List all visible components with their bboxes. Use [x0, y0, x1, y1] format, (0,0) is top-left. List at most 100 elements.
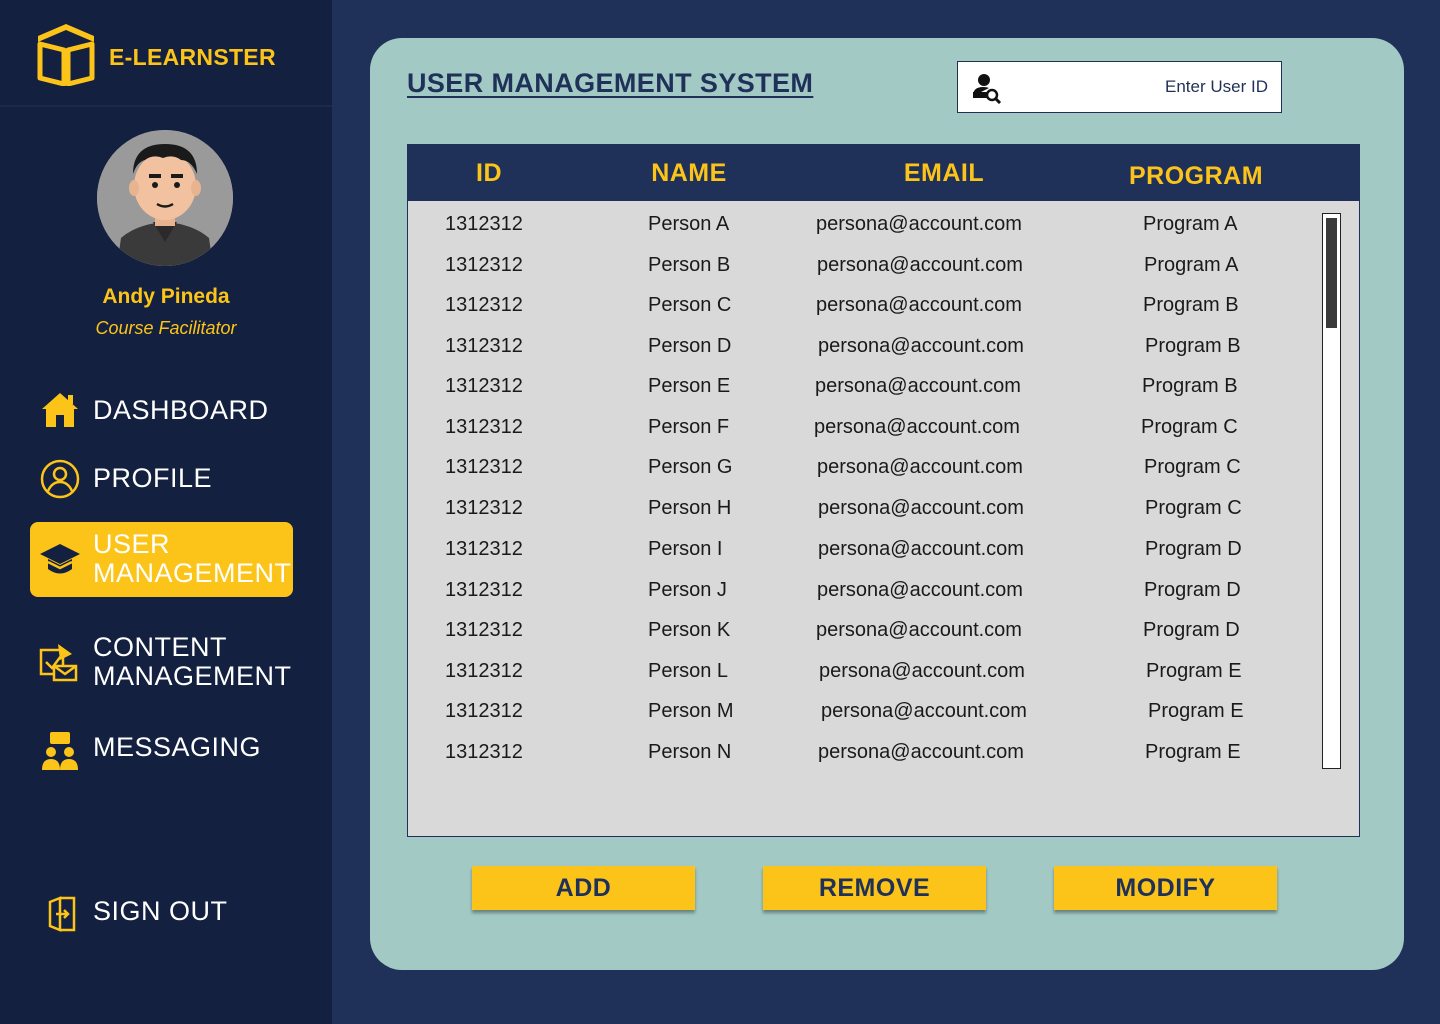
column-header-id[interactable]: ID — [448, 159, 530, 188]
table-row[interactable]: 1312312 Person L persona@account.com Pro… — [408, 660, 1318, 700]
cell-email: persona@account.com — [821, 700, 1027, 722]
page-title: USER MANAGEMENT SYSTEM — [407, 68, 814, 98]
cell-id: 1312312 — [445, 213, 523, 235]
nav-label-content-management-line1: CONTENT — [93, 632, 227, 662]
nav-label-sign-out: SIGN OUT — [93, 896, 228, 926]
cell-email: persona@account.com — [817, 456, 1023, 478]
table-row[interactable]: 1312312 Person F persona@account.com Pro… — [408, 416, 1318, 456]
search-box[interactable] — [957, 61, 1282, 113]
column-header-program[interactable]: PROGRAM — [1098, 162, 1294, 191]
table-row[interactable]: 1312312 Person H persona@account.com Pro… — [408, 497, 1318, 537]
cell-program: Program B — [1142, 375, 1238, 397]
cell-program: Program D — [1144, 579, 1241, 601]
table-row[interactable]: 1312312 Person N persona@account.com Pro… — [408, 741, 1318, 781]
cell-id: 1312312 — [445, 335, 523, 357]
cell-email: persona@account.com — [819, 660, 1025, 682]
cell-name: Person I — [648, 538, 723, 560]
main-panel: USER MANAGEMENT SYSTEM ID NAME EMAIL PRO… — [370, 38, 1404, 970]
people-icon — [42, 732, 78, 770]
cell-program: Program C — [1145, 497, 1242, 519]
cell-program: Program D — [1145, 538, 1242, 560]
user-circle-icon — [40, 459, 80, 499]
cell-program: Program D — [1143, 619, 1240, 641]
table-row[interactable]: 1312312 Person D persona@account.com Pro… — [408, 335, 1318, 375]
cell-name: Person B — [648, 254, 731, 276]
user-name: Andy Pineda — [102, 285, 230, 308]
search-input[interactable] — [1010, 70, 1268, 104]
cell-id: 1312312 — [445, 375, 523, 397]
cell-name: Person H — [648, 497, 732, 519]
nav-label-profile: PROFILE — [93, 463, 213, 493]
home-icon — [42, 393, 78, 427]
nav-item-profile[interactable]: PROFILE — [30, 455, 293, 503]
cell-id: 1312312 — [445, 700, 523, 722]
user-search-icon — [973, 74, 1002, 104]
cell-email: persona@account.com — [816, 213, 1022, 235]
user-table: ID NAME EMAIL PROGRAM 1312312 Person A p… — [407, 144, 1360, 837]
cell-email: persona@account.com — [814, 416, 1020, 438]
cell-program: Program B — [1143, 294, 1239, 316]
sign-out-button[interactable]: SIGN OUT — [30, 888, 293, 938]
cell-program: Program A — [1144, 254, 1239, 276]
table-row[interactable]: 1312312 Person M persona@account.com Pro… — [408, 700, 1318, 740]
table-header: ID NAME EMAIL PROGRAM — [408, 145, 1359, 201]
nav-item-content-management[interactable]: CONTENT MANAGEMENT — [30, 626, 293, 696]
cell-name: Person C — [648, 294, 732, 316]
cell-id: 1312312 — [445, 619, 523, 641]
nav-label-dashboard: DASHBOARD — [93, 395, 269, 425]
table-row[interactable]: 1312312 Person I persona@account.com Pro… — [408, 538, 1318, 578]
scrollbar-thumb[interactable] — [1326, 218, 1337, 328]
graduation-cap-icon — [40, 544, 80, 574]
nav-label-user-management-line2: MANAGEMENT — [93, 558, 292, 588]
cell-id: 1312312 — [445, 456, 523, 478]
table-row[interactable]: 1312312 Person B persona@account.com Pro… — [408, 254, 1318, 294]
cell-program: Program A — [1143, 213, 1238, 235]
nav-item-messaging[interactable]: MESSAGING — [30, 724, 293, 774]
cell-name: Person E — [648, 375, 731, 397]
cell-id: 1312312 — [445, 254, 523, 276]
cell-email: persona@account.com — [818, 741, 1024, 763]
nav-item-user-management[interactable]: USER MANAGEMENT — [30, 522, 293, 597]
cell-id: 1312312 — [445, 660, 523, 682]
column-header-email[interactable]: EMAIL — [864, 159, 1024, 188]
table-row[interactable]: 1312312 Person A persona@account.com Pro… — [408, 213, 1318, 253]
cell-name: Person M — [648, 700, 734, 722]
cell-email: persona@account.com — [816, 619, 1022, 641]
cell-email: persona@account.com — [818, 497, 1024, 519]
table-row[interactable]: 1312312 Person K persona@account.com Pro… — [408, 619, 1318, 659]
cell-name: Person G — [648, 456, 733, 478]
open-book-icon — [37, 24, 95, 86]
logo-text: E-LEARNSTER — [109, 44, 276, 70]
cell-id: 1312312 — [445, 538, 523, 560]
user-role: Course Facilitator — [95, 318, 237, 338]
table-row[interactable]: 1312312 Person E persona@account.com Pro… — [408, 375, 1318, 415]
cell-name: Person L — [648, 660, 729, 682]
nav-item-dashboard[interactable]: DASHBOARD — [30, 387, 293, 435]
cell-program: Program E — [1148, 700, 1244, 722]
logo-bar: E-LEARNSTER — [0, 0, 332, 107]
cell-name: Person J — [648, 579, 727, 601]
cell-email: persona@account.com — [815, 375, 1021, 397]
add-button[interactable]: ADD — [472, 866, 695, 910]
cell-id: 1312312 — [445, 416, 523, 438]
cell-name: Person K — [648, 619, 731, 641]
modify-button[interactable]: MODIFY — [1054, 866, 1277, 910]
cell-name: Person F — [648, 416, 730, 438]
table-row[interactable]: 1312312 Person G persona@account.com Pro… — [408, 456, 1318, 496]
cell-id: 1312312 — [445, 294, 523, 316]
nav-label-content-management-line2: MANAGEMENT — [93, 661, 292, 691]
content-envelope-icon — [39, 644, 78, 682]
cell-id: 1312312 — [445, 579, 523, 601]
table-row[interactable]: 1312312 Person J persona@account.com Pro… — [408, 579, 1318, 619]
sign-out-icon — [48, 896, 76, 932]
table-row[interactable]: 1312312 Person C persona@account.com Pro… — [408, 294, 1318, 334]
column-header-name[interactable]: NAME — [618, 159, 760, 188]
cell-name: Person N — [648, 741, 732, 763]
cell-program: Program B — [1145, 335, 1241, 357]
cell-email: persona@account.com — [818, 538, 1024, 560]
cell-id: 1312312 — [445, 741, 523, 763]
nav-label-user-management-line1: USER — [93, 529, 171, 559]
remove-button[interactable]: REMOVE — [763, 866, 986, 910]
table-scrollbar[interactable] — [1322, 213, 1341, 769]
cell-program: Program C — [1141, 416, 1238, 438]
